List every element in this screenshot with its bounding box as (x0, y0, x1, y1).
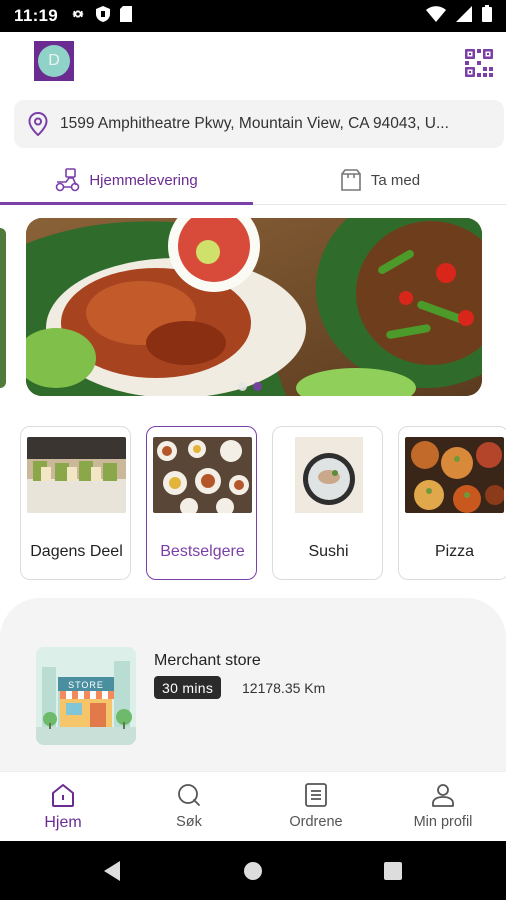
store-sign-text: STORE (68, 680, 104, 690)
back-triangle-icon (104, 860, 120, 881)
category-label: Dagens Deel (30, 543, 123, 560)
status-time: 11:19 (14, 6, 59, 25)
category-image (153, 437, 252, 513)
avatar[interactable]: D (34, 41, 74, 81)
nav-item-orders[interactable]: Ordrene (253, 772, 379, 842)
bottom-nav: Hjem Søk Ordrene Min profil (0, 771, 506, 841)
back-button[interactable] (82, 841, 142, 900)
category-card-pizza[interactable]: Pizza (398, 426, 506, 580)
wifi-icon (426, 5, 446, 27)
store-section: STORE Merchant store 30 mins 12178.35 Km (0, 598, 506, 788)
tab-home-delivery[interactable]: Hjemmelevering (0, 154, 253, 206)
store-name[interactable]: Merchant store (154, 652, 261, 670)
cellular-icon (456, 5, 472, 27)
nav-label: Hjem (44, 814, 82, 831)
qr-code-icon (465, 49, 493, 77)
category-image (27, 437, 126, 513)
delivery-time-badge: 30 mins (154, 676, 222, 699)
tab-takeaway-label: Ta med (370, 171, 421, 189)
shield-icon (96, 5, 111, 27)
store-distance: 12178.35 Km (242, 680, 326, 696)
tab-takeaway[interactable]: Ta med (253, 154, 506, 206)
home-circle-icon (244, 861, 262, 880)
category-image (405, 437, 504, 513)
delivery-mode-tabs: Hjemmelevering Ta med (0, 154, 506, 206)
status-left-icons (70, 5, 133, 27)
status-right-icons (426, 5, 492, 27)
delivery-scooter-icon (56, 168, 80, 192)
nav-item-search[interactable]: Søk (126, 772, 252, 842)
tab-active-indicator (0, 202, 253, 205)
nav-label: Min profil (413, 814, 473, 830)
takeaway-bag-icon (341, 169, 361, 191)
system-navigation-bar (0, 841, 506, 900)
banner-dot[interactable] (238, 382, 247, 391)
qr-code-button[interactable] (464, 48, 494, 78)
home-icon (52, 784, 74, 807)
category-carousel: Dagens Deel Bestselgere Sushi Pizza (20, 426, 506, 580)
store-thumbnail[interactable]: STORE (36, 647, 136, 745)
nav-label: Ordrene (289, 814, 343, 830)
category-label: Sushi (308, 543, 349, 560)
category-label: Bestselgere (160, 543, 245, 560)
orders-list-icon (305, 783, 327, 807)
banner-pagination (238, 382, 262, 391)
home-system-button[interactable] (223, 841, 283, 900)
category-card-dagens-deel[interactable]: Dagens Deel (20, 426, 131, 580)
category-image (279, 437, 378, 513)
category-card-bestselgere[interactable]: Bestselgere (146, 426, 257, 580)
search-icon (178, 784, 200, 806)
location-pin-icon (28, 112, 48, 136)
address-bar[interactable]: 1599 Amphitheatre Pkwy, Mountain View, C… (14, 100, 504, 148)
gear-icon (70, 6, 86, 27)
profile-icon (432, 784, 454, 807)
tab-home-delivery-label: Hjemmelevering (89, 171, 198, 189)
category-label: Pizza (434, 543, 475, 560)
food-photo (26, 218, 482, 396)
nav-item-profile[interactable]: Min profil (380, 772, 506, 842)
previous-banner-peek (0, 228, 6, 388)
status-bar: 11:19 (0, 0, 506, 32)
recents-button[interactable] (363, 841, 423, 900)
recents-square-icon (384, 861, 402, 880)
nav-label: Søk (176, 814, 202, 830)
banner-dot-active[interactable] (253, 382, 262, 391)
address-text: 1599 Amphitheatre Pkwy, Mountain View, C… (60, 115, 449, 132)
avatar-letter: D (38, 45, 70, 77)
sim-card-icon (120, 5, 133, 27)
nav-item-home[interactable]: Hjem (0, 772, 126, 842)
category-card-sushi[interactable]: Sushi (272, 426, 383, 580)
app-header: D (0, 32, 506, 94)
promo-banner[interactable] (26, 218, 482, 396)
battery-icon (482, 5, 492, 27)
